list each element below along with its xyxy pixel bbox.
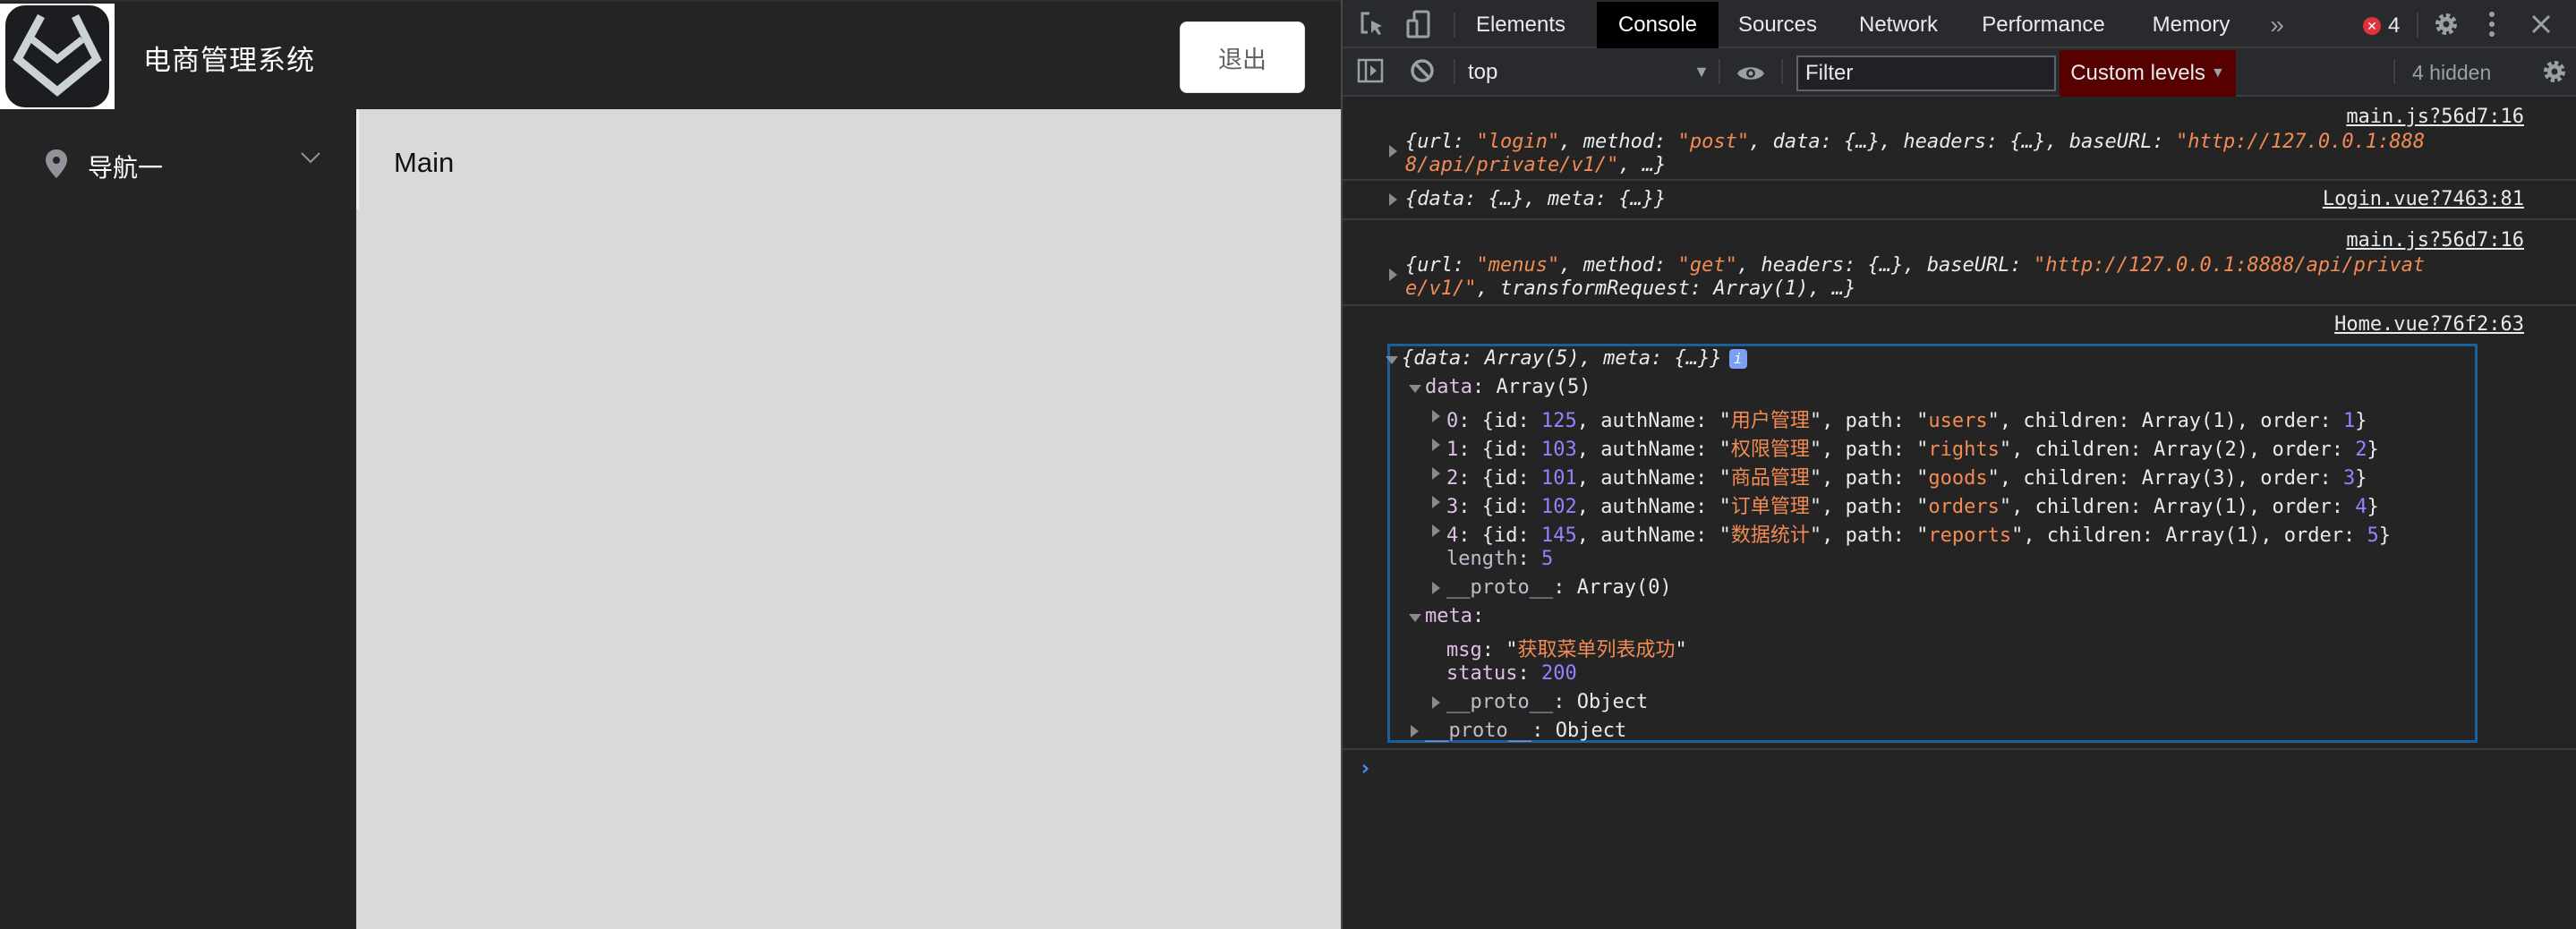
sidebar-toggle-icon[interactable] xyxy=(1355,55,1386,86)
live-expression-eye-icon[interactable] xyxy=(1733,55,1769,91)
expand-triangle-icon[interactable] xyxy=(1432,696,1440,709)
log-levels-dropdown[interactable]: Custom levels ▼ xyxy=(2060,50,2236,97)
sidebar: 导航一 xyxy=(0,109,356,929)
expand-triangle-icon[interactable] xyxy=(1432,524,1440,537)
expand-triangle-icon[interactable] xyxy=(1432,467,1440,480)
tab-network[interactable]: Network xyxy=(1849,2,1948,48)
error-counter[interactable]: ✕ 4 xyxy=(2363,13,2400,38)
dropdown-arrow-icon: ▼ xyxy=(2210,65,2225,81)
log-line[interactable]: {data: {…}, meta: {…}} xyxy=(1405,188,1666,210)
app-logo xyxy=(0,4,115,111)
array-proto[interactable]: __proto__: Array(0) xyxy=(1446,576,1672,599)
expand-triangle-icon[interactable] xyxy=(1432,582,1440,594)
info-icon[interactable]: i xyxy=(1728,349,1747,369)
tab-performance[interactable]: Performance xyxy=(1978,2,2109,48)
logo-icon xyxy=(13,13,102,97)
console-output: main.js?56d7:16 {url: "login", method: "… xyxy=(1343,97,2576,929)
console-message: Login.vue?7463:81 {data: {…}, meta: {…}} xyxy=(1343,181,2576,220)
tab-sources[interactable]: Sources xyxy=(1733,2,1822,48)
tab-elements[interactable]: Elements xyxy=(1470,2,1572,48)
app-header: 电商管理系统 退出 xyxy=(0,0,1341,111)
tab-console[interactable]: Console xyxy=(1597,2,1719,48)
app-window: 电商管理系统 退出 导航一 Main xyxy=(0,0,1341,929)
expand-triangle-icon[interactable] xyxy=(1411,725,1419,737)
devtools-tabbar: Elements Console Sources Network Perform… xyxy=(1343,0,2576,48)
array-length: length: 5 xyxy=(1446,548,1554,570)
array-item-row[interactable]: 3: {id: 102, authName: "订单管理", path: "or… xyxy=(1446,490,2379,519)
collapse-triangle-icon[interactable] xyxy=(1409,614,1421,622)
source-link[interactable]: Home.vue?76f2:63 xyxy=(2334,313,2524,336)
expand-triangle-icon[interactable] xyxy=(1389,145,1397,158)
logout-button[interactable]: 退出 xyxy=(1180,21,1305,93)
devtools-panel: Elements Console Sources Network Perform… xyxy=(1341,0,2576,929)
app-title: 电商管理系统 xyxy=(143,45,315,77)
log-line[interactable]: {url: "menus", method: "get", headers: {… xyxy=(1405,254,2425,277)
sidebar-item-nav-one[interactable]: 导航一 xyxy=(0,134,356,193)
location-icon xyxy=(46,149,67,178)
console-filter-input[interactable] xyxy=(1796,55,2056,91)
meta-msg: msg: "获取菜单列表成功" xyxy=(1446,639,1687,661)
expand-triangle-icon[interactable] xyxy=(1432,410,1440,422)
separator xyxy=(1454,59,1455,84)
source-link[interactable]: main.js?56d7:16 xyxy=(2346,106,2524,128)
context-selector[interactable]: top ▼ xyxy=(1468,50,1717,95)
data-array-label[interactable]: datadata: Array(5): Array(5) xyxy=(1425,376,1591,398)
log-line-wrap: 8/api/private/v1/", …} xyxy=(1405,154,1667,176)
context-value: top xyxy=(1468,60,1498,84)
chevron-down-icon[interactable] xyxy=(301,152,320,165)
hidden-messages-count: 4 hidden xyxy=(2412,61,2492,84)
main-text: Main xyxy=(394,147,455,178)
array-item-row[interactable]: 2: {id: 101, authName: "商品管理", path: "go… xyxy=(1446,462,2367,490)
clear-console-icon[interactable] xyxy=(1407,55,1437,86)
separator xyxy=(1719,59,1720,84)
settings-gear-icon[interactable] xyxy=(2431,9,2461,39)
dropdown-arrow-icon: ▼ xyxy=(1693,63,1710,81)
separator xyxy=(1781,59,1783,84)
log-line-wrap: e/v1/", transformRequest: Array(1), …} xyxy=(1405,277,1856,300)
log-levels-label: Custom levels xyxy=(2070,61,2205,85)
sidebar-item-label: 导航一 xyxy=(88,153,164,183)
collapse-triangle-icon[interactable] xyxy=(1409,385,1421,393)
more-tabs-icon[interactable]: » xyxy=(2259,2,2295,48)
main-edge-divider xyxy=(356,109,359,209)
main-content: Main xyxy=(356,109,1341,929)
console-prompt-icon[interactable]: › xyxy=(1359,755,1371,780)
root-proto[interactable]: __proto__: Object xyxy=(1425,720,1626,742)
array-item-row[interactable]: 0: {id: 125, authName: "用户管理", path: "us… xyxy=(1446,405,2367,433)
console-message: main.js?56d7:16 {url: "menus", method: "… xyxy=(1343,220,2576,306)
separator xyxy=(2417,13,2418,38)
meta-label[interactable]: meta: xyxy=(1425,605,1484,627)
meta-proto[interactable]: __proto__: Object xyxy=(1446,691,1648,713)
device-toolbar-icon[interactable] xyxy=(1403,9,1434,39)
array-item-row[interactable]: 1: {id: 103, authName: "权限管理", path: "ri… xyxy=(1446,433,2379,462)
separator xyxy=(1454,13,1455,38)
close-devtools-icon[interactable] xyxy=(2528,11,2555,38)
error-icon: ✕ xyxy=(2363,17,2381,35)
object-summary[interactable]: {data: Array(5), meta: {…}} i xyxy=(1402,347,1747,370)
source-link[interactable]: main.js?56d7:16 xyxy=(2346,229,2524,251)
console-message: main.js?56d7:16 {url: "login", method: "… xyxy=(1343,97,2576,181)
expand-triangle-icon[interactable] xyxy=(1389,268,1397,281)
error-count: 4 xyxy=(2388,13,2401,38)
console-settings-gear-icon[interactable] xyxy=(2538,55,2571,88)
more-options-icon[interactable] xyxy=(2481,9,2503,39)
expand-triangle-icon[interactable] xyxy=(1432,496,1440,508)
log-line[interactable]: {url: "login", method: "post", data: {…}… xyxy=(1405,131,2425,153)
array-item-row[interactable]: 4: {id: 145, authName: "数据统计", path: "re… xyxy=(1446,519,2391,548)
meta-status: status: 200 xyxy=(1446,662,1577,685)
inspect-element-icon[interactable] xyxy=(1357,9,1387,39)
separator xyxy=(2393,59,2395,84)
collapse-triangle-icon[interactable] xyxy=(1386,356,1398,364)
expand-triangle-icon[interactable] xyxy=(1389,193,1397,206)
tab-memory[interactable]: Memory xyxy=(2146,2,2236,48)
source-link[interactable]: Login.vue?7463:81 xyxy=(2323,188,2524,210)
expand-triangle-icon[interactable] xyxy=(1432,439,1440,451)
